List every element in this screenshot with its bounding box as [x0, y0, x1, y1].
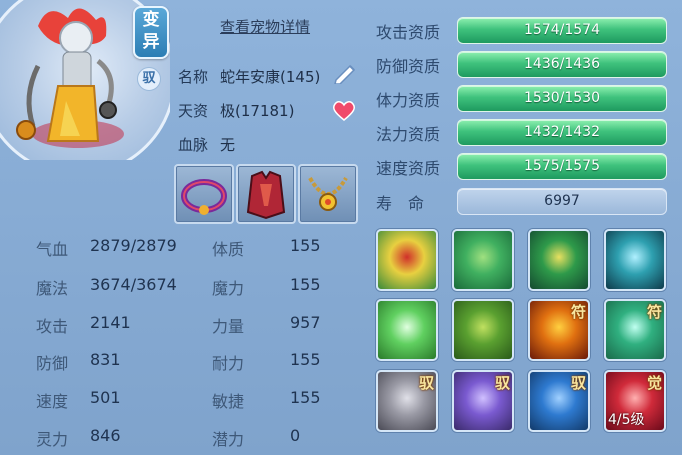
- stat-label: 防御: [36, 354, 69, 373]
- attribute-value: 155: [290, 350, 321, 369]
- skill-tag-badge: 觉: [646, 374, 662, 392]
- heart-icon[interactable]: [332, 100, 356, 122]
- skill-tag-badge: 符: [570, 303, 586, 321]
- drive-badge[interactable]: 驭: [137, 67, 161, 91]
- pet-info-panel: 变异 驭 查看宠物详情 名称蛇年安康(145) 天资极(17181) 血脉无: [0, 0, 682, 455]
- pet-name-row: 名称 蛇年安康(145): [178, 66, 320, 87]
- quality-bar: 1575/1575: [457, 153, 667, 180]
- giant-form-skill[interactable]: [452, 299, 514, 361]
- collar-icon: [181, 179, 227, 215]
- attribute-row: 潜力 0: [212, 426, 300, 450]
- stat-label: 气血: [36, 240, 69, 259]
- skill-level-text: 4/5级: [608, 412, 645, 428]
- skill-tag-badge: 驭: [570, 374, 586, 392]
- stat-row: 魔法 3674/3674: [36, 275, 177, 299]
- blade-skill[interactable]: 驭: [528, 370, 590, 432]
- pet-bloodline-row: 血脉无: [178, 134, 235, 155]
- attribute-row: 耐力 155: [212, 350, 321, 374]
- sword-strike-skill[interactable]: [376, 229, 438, 291]
- stat-label: 灵力: [36, 430, 69, 449]
- quality-label: 体力资质: [376, 91, 441, 110]
- armor-icon: [246, 170, 286, 220]
- stat-row: 攻击 2141: [36, 313, 131, 337]
- pet-bloodline-label: 血脉: [178, 136, 209, 154]
- stat-value: 846: [90, 426, 121, 445]
- pet-bloodline-value: 无: [220, 136, 236, 154]
- transform-badge[interactable]: 变异: [133, 6, 169, 59]
- attribute-label: 体质: [212, 240, 245, 259]
- stat-value: 2141: [90, 313, 131, 332]
- stat-value: 831: [90, 350, 121, 369]
- fire-rune-skill[interactable]: 符: [528, 299, 590, 361]
- attribute-row: 体质 155: [212, 236, 321, 260]
- fist-skill[interactable]: 驭: [376, 370, 438, 432]
- quality-label: 速度资质: [376, 159, 441, 178]
- blue-flame-skill[interactable]: [604, 229, 666, 291]
- stat-value: 3674/3674: [90, 275, 177, 294]
- pet-aptitude-label: 天资: [178, 102, 209, 120]
- quality-bar: 1530/1530: [457, 85, 667, 112]
- attribute-label: 敏捷: [212, 392, 245, 411]
- attribute-row: 力量 957: [212, 313, 321, 337]
- armor-equip-slot[interactable]: [236, 164, 296, 224]
- quality-label: 法力资质: [376, 125, 441, 144]
- stat-label: 魔法: [36, 279, 69, 298]
- attribute-row: 魔力 155: [212, 275, 321, 299]
- quality-bar: 1436/1436: [457, 51, 667, 78]
- quality-label: 防御资质: [376, 57, 441, 76]
- shadow-warrior-skill[interactable]: [528, 229, 590, 291]
- attribute-value: 0: [290, 426, 301, 445]
- attribute-row: 敏捷 155: [212, 388, 321, 412]
- stat-label: 攻击: [36, 317, 69, 336]
- pet-image[interactable]: [8, 6, 138, 156]
- pet-portrait: 变异 驭: [0, 0, 170, 160]
- amulet-equip-slot[interactable]: [298, 164, 358, 224]
- attribute-value: 957: [290, 313, 321, 332]
- skill-tag-badge: 驭: [494, 374, 510, 392]
- attribute-label: 力量: [212, 317, 245, 336]
- stat-row: 气血 2879/2879: [36, 236, 177, 260]
- stat-row: 防御 831: [36, 350, 121, 374]
- stat-value: 2879/2879: [90, 236, 177, 255]
- collar-equip-slot[interactable]: [174, 164, 234, 224]
- attribute-value: 155: [290, 388, 321, 407]
- shield-rune-skill[interactable]: 符: [604, 299, 666, 361]
- edit-name-icon[interactable]: [332, 62, 358, 84]
- attribute-label: 潜力: [212, 430, 245, 449]
- skill-tag-badge: 驭: [418, 374, 434, 392]
- stat-row: 灵力 846: [36, 426, 121, 450]
- stat-label: 速度: [36, 392, 69, 411]
- lifespan-bar: 6997: [457, 188, 667, 215]
- quality-bar: 1574/1574: [457, 17, 667, 44]
- quality-bar: 1432/1432: [457, 119, 667, 146]
- pet-name-label: 名称: [178, 68, 209, 86]
- attribute-label: 魔力: [212, 279, 245, 298]
- stat-value: 501: [90, 388, 121, 407]
- awaken-skill[interactable]: 觉 4/5级: [604, 370, 666, 432]
- pet-aptitude-value: 极(17181): [220, 102, 295, 120]
- green-spirit-skill[interactable]: [452, 229, 514, 291]
- pet-aptitude-row: 天资 极(17181): [178, 100, 294, 121]
- pet-name-value: 蛇年安康(145): [220, 68, 321, 86]
- attribute-value: 155: [290, 236, 321, 255]
- view-pet-detail-link[interactable]: 查看宠物详情: [220, 16, 310, 37]
- stat-row: 速度 501: [36, 388, 121, 412]
- light-burst-skill[interactable]: [376, 299, 438, 361]
- amulet-icon: [308, 176, 348, 211]
- attribute-label: 耐力: [212, 354, 245, 373]
- skill-tag-badge: 符: [646, 303, 662, 321]
- lifespan-label: 寿 命: [376, 194, 425, 213]
- quality-label: 攻击资质: [376, 23, 441, 42]
- attribute-value: 155: [290, 275, 321, 294]
- purple-fist-skill[interactable]: 驭: [452, 370, 514, 432]
